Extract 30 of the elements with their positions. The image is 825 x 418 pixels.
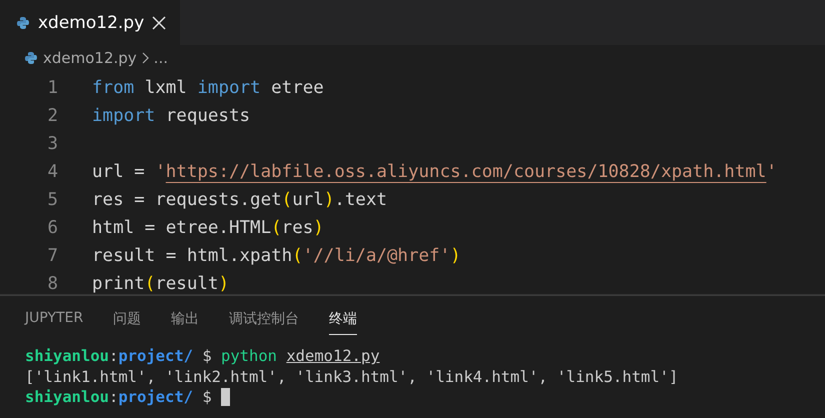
line-number: 5 [46,190,59,210]
python-icon [24,51,38,65]
code-line: print(result) [92,274,229,294]
breadcrumb-item[interactable]: xdemo12.py [43,49,137,67]
line-number: 4 [46,162,59,182]
line-number: 6 [46,218,59,238]
code-line: import requests [92,106,250,126]
code-line: result = html.xpath('//li/a/@href') [92,246,461,266]
line-number: 2 [46,106,59,126]
code-line: res = requests.get(url).text [92,190,388,210]
line-number: 1 [46,78,59,98]
terminal-line: shiyanlou:project/ $ [25,388,213,406]
editor-tab[interactable]: xdemo12.py [0,0,180,45]
panel-tab[interactable]: 调试控制台 [229,310,300,335]
close-icon[interactable] [152,16,166,30]
code-line: from lxml import etree [92,78,324,98]
code-line: url = 'https://labfile.oss.aliyuncs.com/courses/10828/xpath.html' [92,162,777,182]
code-line: html = etree.HTML(res) [92,218,324,238]
panel-tab[interactable]: JUPYTER [25,310,84,335]
terminal-line: shiyanlou:project/ $ python xdemo12.py [25,347,380,366]
panel-tab[interactable]: 终端 [329,310,358,335]
line-number: 7 [46,246,59,266]
python-icon [16,16,30,30]
chevron-right-icon [142,52,149,64]
breadcrumb-item[interactable]: ... [154,49,168,67]
line-number: 8 [46,274,59,294]
line-number: 3 [46,134,59,154]
terminal-line: ['link1.html', 'link2.html', 'link3.html', 'link4.html', 'link5.html'] [25,368,678,386]
panel-tab[interactable]: 输出 [171,310,200,335]
panel-tab[interactable]: 问题 [113,310,142,335]
